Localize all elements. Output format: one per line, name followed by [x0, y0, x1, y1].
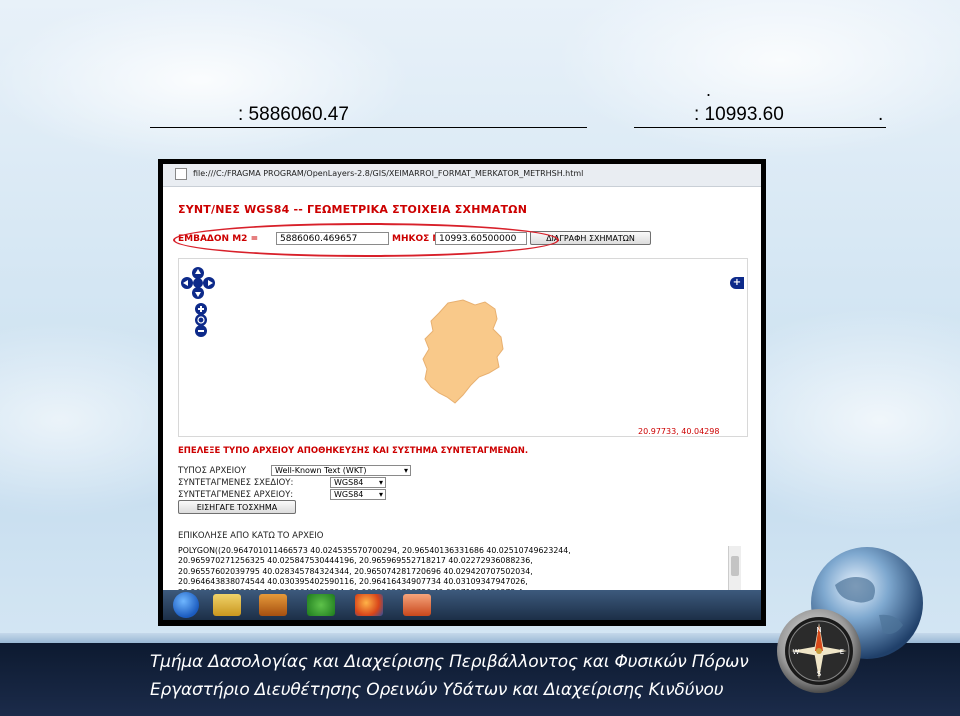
paste-file-label: ΕΠΙΚΟΛΗΣΕ ΑΠΟ ΚΑΤΩ ΤΟ ΑΡΧΕΙΟ [178, 531, 324, 541]
slide-dot: . [706, 80, 712, 100]
address-bar[interactable]: file:///C:/FRAGMA PROGRAM/OpenLayers-2.8… [163, 164, 761, 187]
layer-switcher-icon[interactable]: + [730, 277, 744, 289]
file-crs-label: ΣΥΝΤΕΤΑΓΜΕΝΕΣ ΑΡΧΕΙΟΥ: [178, 490, 294, 500]
taskbar [163, 590, 761, 620]
area-metric-line: : 5886060.47 [150, 103, 587, 128]
explorer-icon[interactable] [213, 594, 241, 616]
file-type-label: ΤΥΠΟΣ ΑΡΧΕΙΟΥ [178, 466, 247, 476]
page-title: ΣΥΝΤ/ΝΕΣ WGS84 -- ΓΕΩΜΕΤΡΙΚΑ ΣΤΟΙΧΕΙΑ ΣΧ… [178, 203, 528, 216]
svg-text:S: S [817, 670, 822, 678]
department-name: Τμήμα Δασολογίας και Διαχείρισης Περιβάλ… [150, 652, 749, 672]
file-crs-select[interactable]: WGS84 [330, 489, 386, 500]
page-icon [175, 168, 187, 180]
textarea-scrollbar[interactable] [728, 546, 741, 590]
export-section-title: ΕΠΕΛΕΞΕ ΤΥΠΟ ΑΡΧΕΙΟΥ ΑΠΟΘΗΚΕΥΣΗΣ ΚΑΙ ΣΥΣ… [178, 446, 529, 456]
svg-text:E: E [840, 648, 844, 656]
length-metric-line: : 10993.60. [634, 103, 886, 128]
browser-window: file:///C:/FRAGMA PROGRAM/OpenLayers-2.8… [163, 164, 761, 590]
file-type-select[interactable]: Well-Known Text (WKT) [271, 465, 411, 476]
address-text[interactable]: file:///C:/FRAGMA PROGRAM/OpenLayers-2.8… [193, 169, 583, 178]
drawing-crs-label: ΣΥΝΤΕΤΑΓΜΕΝΕΣ ΣΧΕΔΙΟΥ: [178, 478, 294, 488]
length-metric-trail: . [878, 104, 884, 125]
scrollbar-thumb[interactable] [731, 556, 739, 576]
length-metric-value: : 10993.60 [694, 104, 784, 125]
start-button-icon[interactable] [173, 592, 199, 618]
highlight-ellipse [173, 223, 559, 257]
laboratory-name: Εργαστήριο Διευθέτησης Ορεινών Υδάτων κα… [150, 680, 724, 700]
pan-control-icon[interactable] [180, 266, 216, 300]
wkt-textarea[interactable]: POLYGON((20.964701011466573 40.024535570… [178, 546, 740, 590]
powerpoint-icon[interactable] [403, 594, 431, 616]
media-player-icon[interactable] [259, 594, 287, 616]
drawn-polygon [422, 299, 504, 404]
globe-compass-logo: N E W S [777, 547, 923, 693]
firefox-icon[interactable] [355, 594, 383, 616]
utorrent-icon[interactable] [307, 594, 335, 616]
svg-text:N: N [816, 626, 821, 634]
drawing-crs-select[interactable]: WGS84 [330, 477, 386, 488]
svg-text:W: W [793, 648, 800, 656]
zoom-control-icon[interactable] [194, 303, 208, 337]
area-metric-value: : 5886060.47 [238, 104, 349, 125]
mouse-coordinates: 20.97733, 40.04298 [638, 427, 720, 436]
embedded-screenshot: file:///C:/FRAGMA PROGRAM/OpenLayers-2.8… [158, 159, 766, 626]
import-shape-button[interactable]: ΕΙΣΗΓΑΓΕ ΤΟΣΧΗΜΑ [178, 500, 296, 514]
